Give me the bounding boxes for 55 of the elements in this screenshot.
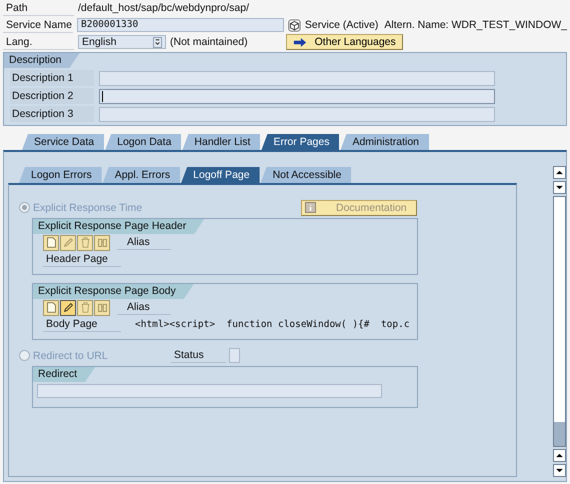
pencil-icon[interactable]	[60, 300, 76, 316]
tab[interactable]: Service Data	[22, 134, 104, 150]
trash-icon[interactable]	[77, 234, 93, 250]
status-field[interactable]	[229, 348, 240, 363]
field-label: Body Page	[43, 317, 121, 332]
tab[interactable]: Handler List	[182, 134, 260, 150]
radio-label: Redirect to URL	[33, 350, 109, 362]
tab[interactable]: Error Pages	[261, 134, 340, 150]
description-field[interactable]	[99, 88, 495, 104]
field-label: Path	[3, 0, 74, 16]
binoculars-icon[interactable]	[94, 300, 110, 316]
field-label: Description 3	[10, 106, 94, 122]
group-title: Explicit Response Page Body	[33, 284, 194, 299]
field-label: Header Page	[43, 252, 121, 267]
scrollbar[interactable]	[553, 166, 566, 477]
field-label: Alias	[117, 300, 171, 315]
service-status: Service (Active)	[304, 19, 378, 31]
dropdown-icon[interactable]	[153, 36, 162, 48]
arrow-right-icon	[292, 38, 307, 46]
group-title: Description	[4, 53, 80, 68]
scroll-up-icon[interactable]	[553, 166, 566, 179]
scroll-down-icon[interactable]	[553, 464, 566, 477]
scrollbar-thumb[interactable]	[554, 422, 565, 446]
scroll-up-icon[interactable]	[553, 449, 566, 462]
field-label: Status	[171, 348, 226, 363]
tab[interactable]: Appl. Errors	[102, 167, 180, 183]
tab[interactable]: Logoff Page	[181, 167, 260, 183]
field-label: Alias	[117, 235, 171, 250]
tab[interactable]: Logon Errors	[19, 167, 102, 183]
radio-label: Explicit Response Time	[33, 202, 144, 214]
group-title: Redirect	[33, 367, 96, 382]
alternative-name: Altern. Name: WDR_TEST_WINDOW_	[384, 19, 568, 31]
field-label: Description 2	[10, 88, 94, 104]
cube-icon	[288, 18, 301, 32]
description-field[interactable]	[99, 106, 495, 122]
new-document-icon[interactable]	[43, 234, 59, 250]
tab[interactable]: Administration	[340, 134, 429, 150]
redirect-url-field[interactable]	[37, 384, 382, 398]
group-title: Explicit Response Page Header	[33, 219, 204, 234]
info-icon	[305, 202, 316, 213]
tab[interactable]: Logon Data	[105, 134, 182, 150]
scroll-down-icon[interactable]	[553, 181, 566, 194]
service-name-field[interactable]: B200001330	[77, 18, 284, 32]
page-content-value: <html><script> function closeWindow( ){# top.c	[135, 319, 410, 330]
tab[interactable]: Not Accessible	[260, 167, 352, 183]
language-dropdown[interactable]: English	[78, 35, 166, 49]
description-field[interactable]	[99, 70, 495, 86]
field-label: Lang.	[3, 34, 74, 50]
new-document-icon[interactable]	[43, 300, 59, 316]
other-languages-button[interactable]: Other Languages	[286, 34, 403, 50]
path-value: /default_host/sap/bc/webdynpro/sap/	[78, 2, 250, 14]
field-label: Service Name	[3, 18, 74, 32]
field-label: Description 1	[10, 70, 94, 86]
binoculars-icon[interactable]	[94, 234, 110, 250]
maintenance-note: (Not maintained)	[170, 36, 248, 48]
